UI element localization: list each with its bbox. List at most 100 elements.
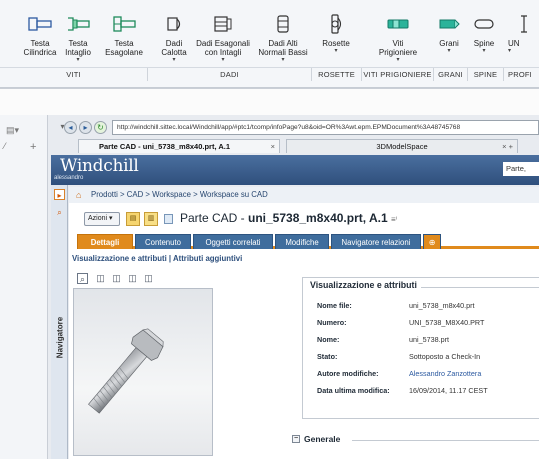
cap-nut-icon [156, 14, 192, 34]
windchill-logo: Windchill [60, 156, 139, 176]
close-tab-icon[interactable]: × + [502, 140, 513, 154]
pin-icon [470, 14, 498, 34]
dadi-esagonali-button[interactable]: Dadi Esagonali con Intagli ▾ [196, 14, 250, 66]
actions-label: Azioni [88, 215, 108, 222]
button-label: Cilindrica [23, 48, 57, 57]
ribbon-toolbar: Testa Cilindrica Testa Intaglio ▾ Testa E… [0, 0, 539, 88]
subtab-links[interactable]: Visualizzazione e attributi | Attributi … [72, 254, 242, 263]
group-label-viti: VITI [0, 68, 148, 81]
rosette-button[interactable]: Rosette ▾ [316, 14, 356, 66]
generale-section[interactable]: − Generale [292, 434, 539, 446]
button-label: Prigioniere [378, 48, 418, 57]
add-icon[interactable]: + [30, 141, 36, 153]
group-label-viti-prigioniere: VITI PRIGIONIERE [362, 68, 434, 81]
current-user[interactable]: alessandro [54, 175, 83, 181]
navigator-panel: ▸ ⌕ Navigatore [51, 185, 68, 459]
tab-navigatore-relazioni[interactable]: Navigatore relazioni [331, 234, 421, 249]
cad-part-icon [164, 214, 173, 224]
button-label: Intaglio [65, 48, 91, 57]
section-divider [403, 287, 539, 288]
breadcrumb-path[interactable]: Prodotti > CAD > Workspace > Workspace s… [91, 190, 268, 199]
add-tab-button[interactable]: ⊕ [423, 234, 441, 249]
washer-icon [316, 14, 356, 34]
search-field[interactable]: Parte, [503, 162, 539, 176]
tab-label: Parte CAD - uni_5738_m8x40.prt, A.1 [99, 142, 231, 151]
group-label-grani: GRANI [434, 68, 468, 81]
uni-button[interactable]: UN ▾ [508, 14, 538, 66]
viti-prigioniere-button[interactable]: Viti Prigioniere ▾ [370, 14, 426, 66]
testa-intaglio-button[interactable]: Testa Intaglio ▾ [60, 14, 96, 66]
button-label: UN [508, 39, 520, 48]
empty-panel [0, 89, 539, 115]
url-field[interactable]: http://windchill.sittec.local/Windchill/… [112, 120, 539, 135]
address-row: ▾ ◂ ▸ ↻ http://windchill.sittec.local/Wi… [48, 120, 539, 135]
testa-cilindrica-button[interactable]: Testa Cilindrica [22, 14, 58, 66]
ribbon-group-bar: VITI DADI ROSETTE VITI PRIGIONIERE GRANI… [0, 67, 539, 81]
info-page-tabs: Dettagli Contenuto Oggetti correlati Mod… [77, 233, 539, 249]
workspace-icon[interactable]: ▥ [144, 212, 158, 226]
testa-esagonale-button[interactable]: Testa Esagolane [104, 14, 144, 66]
dadi-alti-button[interactable]: Dadi Alti Normali Bassi ▾ [254, 14, 312, 66]
3d-thumbnail-viewer[interactable] [73, 288, 213, 456]
tab-label: 3DModelSpace [376, 142, 428, 151]
breadcrumb: ⌂ Prodotti > CAD > Workspace > Workspace… [69, 187, 539, 203]
author-link[interactable]: Alessandro Zanzottera [409, 368, 481, 379]
browser-tab-3dmodelspace[interactable]: 3DModelSpace × + [286, 139, 518, 153]
view-side-icon[interactable]: ◫ [127, 273, 138, 284]
attr-label: Numero: [317, 318, 347, 327]
view-top-icon[interactable]: ◫ [111, 273, 122, 284]
host-left-strip: ▤▾ ⁄ + [0, 115, 48, 459]
view-iso-icon[interactable]: ◫ [143, 273, 154, 284]
refresh-icon[interactable]: ↻ [94, 121, 107, 134]
navigator-tab[interactable]: Navigatore [52, 309, 67, 369]
zoom-icon[interactable]: ⌕ [77, 273, 88, 284]
back-button[interactable]: ◂ [64, 121, 77, 134]
search-icon[interactable]: ⌕ [54, 207, 65, 218]
browser-tab-parte-cad[interactable]: Parte CAD - uni_5738_m8x40.prt, A.1 × [78, 139, 280, 153]
tab-modifiche[interactable]: Modifiche [275, 234, 329, 249]
attr-label: Autore modifiche: [317, 369, 379, 378]
collapse-icon[interactable]: ⁄ [4, 141, 6, 151]
profile-icon [508, 14, 538, 34]
cylinder-head-screw-icon [22, 14, 58, 34]
attributes-panel: Visualizzazione e attributi Nome file: u… [302, 277, 539, 419]
attr-value: UNI_5738_M8X40.PRT [409, 318, 485, 327]
list-view-icon[interactable]: ▤▾ [6, 125, 19, 136]
title-object-name: uni_5738_m8x40.prt, A.1 [248, 211, 388, 225]
clipboard-icon[interactable]: ▤ [126, 212, 140, 226]
home-icon[interactable]: ⌂ [76, 187, 81, 203]
info-page-content: Azioni ▾ ▤ ▥ Parte CAD - uni_5738_m8x40.… [69, 203, 539, 459]
tab-dettagli[interactable]: Dettagli [77, 234, 133, 249]
button-label: Grani [439, 39, 459, 48]
embedded-browser: ▾ ◂ ▸ ↻ http://windchill.sittec.local/Wi… [48, 115, 539, 459]
close-tab-icon[interactable]: × [271, 140, 275, 154]
tab-contenuto[interactable]: Contenuto [135, 234, 191, 249]
section-title: Generale [304, 434, 341, 444]
title-prefix: Parte CAD - [180, 211, 249, 225]
spine-button[interactable]: Spine ▾ [470, 14, 498, 66]
button-label: Testa [30, 39, 50, 48]
collapse-section-icon[interactable]: − [292, 435, 300, 443]
forward-button[interactable]: ▸ [79, 121, 92, 134]
hex-head-screw-icon [104, 14, 144, 34]
page-title: Parte CAD - uni_5738_m8x40.prt, A.1 ≡ⁱ [180, 211, 397, 225]
attr-label: Stato: [317, 352, 338, 361]
dadi-calotta-button[interactable]: Dadi Calotta ▾ [156, 14, 192, 66]
group-label-profi: PROFI [508, 70, 532, 79]
button-label: Testa [114, 39, 134, 48]
button-label: Dadi Alti [268, 39, 298, 48]
attr-value: Sottoposto a Check-In [409, 352, 481, 361]
tab-oggetti-correlati[interactable]: Oggetti correlati [193, 234, 273, 249]
button-label: con Intagli [204, 48, 242, 57]
bolt-model-icon [88, 328, 164, 414]
view-front-icon[interactable]: ◫ [95, 273, 106, 284]
info-icon[interactable]: ≡ⁱ [391, 215, 397, 224]
hex-nut-icon [196, 14, 250, 34]
expand-navigator-icon[interactable]: ▸ [54, 189, 65, 200]
attr-label: Nome: [317, 335, 340, 344]
group-label-dadi: DADI [148, 68, 312, 81]
actions-menu-button[interactable]: Azioni ▾ [84, 212, 120, 226]
attr-value: uni_5738.prt [409, 335, 449, 344]
grani-button[interactable]: Grani ▾ [436, 14, 462, 66]
navigator-label: Navigatore [55, 316, 65, 359]
